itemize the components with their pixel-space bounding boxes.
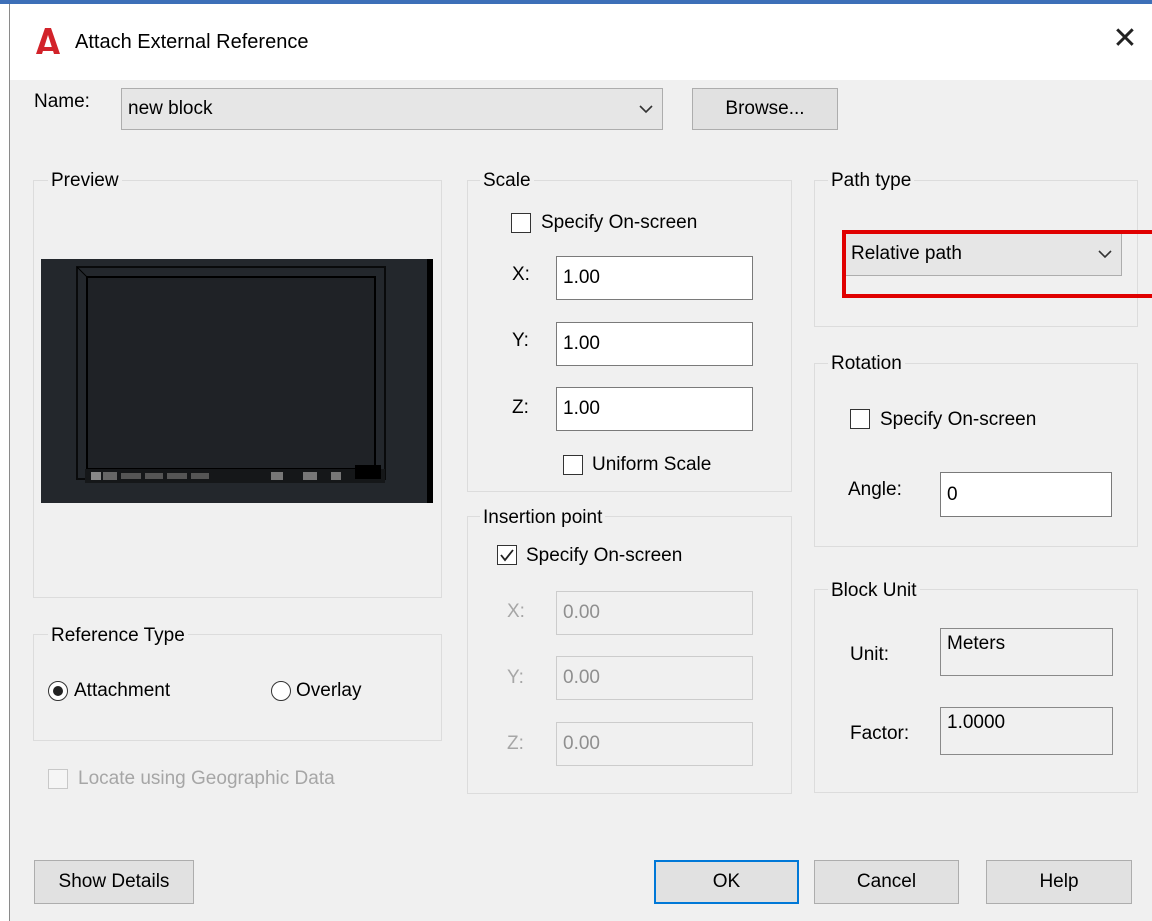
insertion-x-label: X: xyxy=(507,601,525,622)
insertion-z-label: Z: xyxy=(507,733,524,754)
browse-button[interactable]: Browse... xyxy=(692,88,838,130)
preview-image xyxy=(41,259,433,503)
path-type-label: Path type xyxy=(828,170,915,192)
help-button[interactable]: Help xyxy=(986,860,1132,904)
scale-y-input[interactable]: 1.00 xyxy=(556,322,753,366)
cancel-button[interactable]: Cancel xyxy=(814,860,959,904)
overlay-radio[interactable] xyxy=(271,681,291,701)
scale-x-input[interactable]: 1.00 xyxy=(556,256,753,300)
window-border xyxy=(9,0,10,921)
rotation-group xyxy=(814,363,1138,547)
angle-input[interactable]: 0 xyxy=(940,472,1112,517)
window-left-edge xyxy=(0,0,9,921)
checkmark-icon xyxy=(500,549,514,562)
close-icon[interactable]: ✕ xyxy=(1108,22,1142,56)
angle-label: Angle: xyxy=(848,479,902,500)
scale-x-label: X: xyxy=(512,264,530,285)
block-unit-label: Block Unit xyxy=(828,580,920,602)
block-unit-group xyxy=(814,589,1138,793)
unit-label: Unit: xyxy=(850,644,890,665)
rotation-label: Rotation xyxy=(828,353,905,375)
rotation-specify-label: Specify On-screen xyxy=(880,409,1037,430)
geo-data-label: Locate using Geographic Data xyxy=(78,768,335,789)
scale-z-label: Z: xyxy=(512,397,529,418)
name-combobox[interactable]: new block xyxy=(121,88,663,130)
uniform-scale-label: Uniform Scale xyxy=(592,454,712,475)
insertion-z-input[interactable]: 0.00 xyxy=(556,722,753,766)
insertion-specify-label: Specify On-screen xyxy=(526,545,683,566)
rotation-specify-checkbox[interactable] xyxy=(850,409,870,429)
insertion-point-label: Insertion point xyxy=(480,507,606,529)
attachment-label: Attachment xyxy=(74,680,171,701)
show-details-button[interactable]: Show Details xyxy=(34,860,194,904)
insertion-x-input[interactable]: 0.00 xyxy=(556,591,753,635)
overlay-label: Overlay xyxy=(296,680,362,701)
insertion-y-input[interactable]: 0.00 xyxy=(556,656,753,700)
scale-z-input[interactable]: 1.00 xyxy=(556,387,753,431)
reference-type-label: Reference Type xyxy=(48,625,188,647)
insertion-specify-checkbox[interactable] xyxy=(497,545,517,565)
ok-button[interactable]: OK xyxy=(654,860,799,904)
insertion-y-label: Y: xyxy=(507,667,524,688)
preview-label: Preview xyxy=(48,170,122,192)
scale-label: Scale xyxy=(480,170,534,192)
factor-value: 1.0000 xyxy=(940,707,1113,755)
geo-data-checkbox[interactable] xyxy=(48,769,68,789)
name-label: Name: xyxy=(34,91,90,112)
name-value: new block xyxy=(128,98,213,119)
highlight-box xyxy=(842,230,1152,298)
dialog-title: Attach External Reference xyxy=(75,31,309,53)
scale-specify-label: Specify On-screen xyxy=(541,212,698,233)
attachment-radio[interactable] xyxy=(48,681,68,701)
unit-value: Meters xyxy=(940,628,1113,676)
chevron-down-icon xyxy=(639,105,653,114)
factor-label: Factor: xyxy=(850,723,910,744)
scale-y-label: Y: xyxy=(512,330,529,351)
uniform-scale-checkbox[interactable] xyxy=(563,455,583,475)
autocad-logo-icon xyxy=(36,28,60,54)
scale-specify-checkbox[interactable] xyxy=(511,213,531,233)
